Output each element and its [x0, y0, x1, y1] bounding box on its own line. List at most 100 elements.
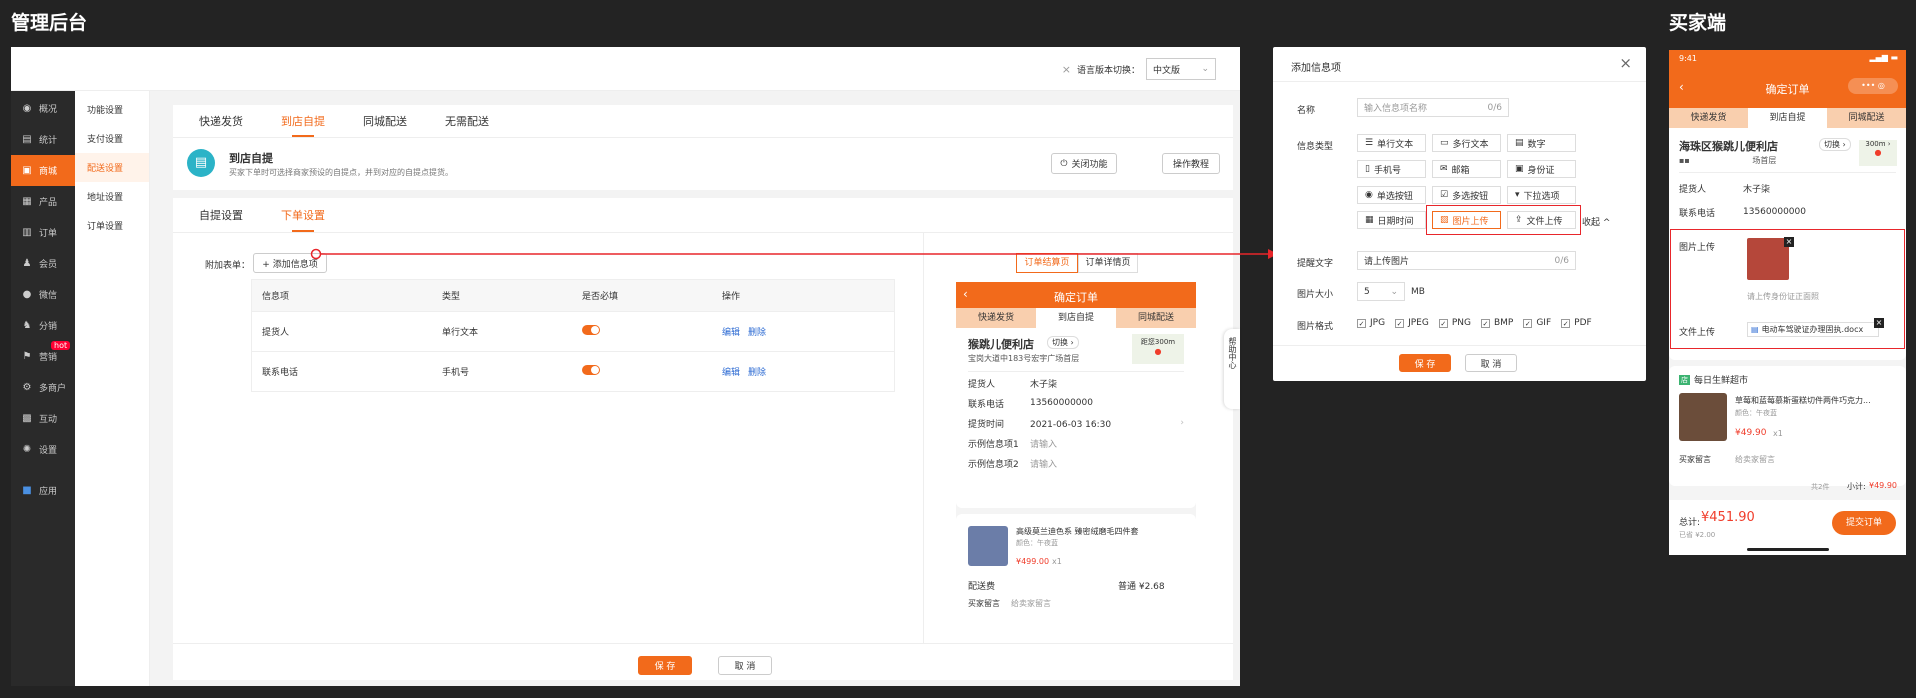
sidebar-item-store[interactable]: ▣ 商城	[11, 155, 75, 186]
sidebar-item-member[interactable]: ♟ 会员	[11, 248, 75, 279]
shipping-label: 配送费	[968, 582, 996, 592]
check-icon: ✓	[1561, 318, 1571, 328]
sidebar-item-order[interactable]: ▥ 订单	[11, 217, 75, 248]
format-option[interactable]: ✓ JPEG	[1395, 318, 1429, 328]
size-label: 图片大小	[1297, 290, 1334, 300]
file-upload-label: 文件上传	[1679, 328, 1716, 338]
sidebar-item-wechat[interactable]: ● 微信	[11, 279, 75, 310]
format-option[interactable]: ✓ PNG	[1438, 318, 1471, 328]
remove-file-icon[interactable]: ×	[1874, 318, 1884, 328]
close-icon[interactable]: ×	[1619, 54, 1632, 72]
tab-express[interactable]: 快递发货	[199, 105, 243, 137]
submenu-item-active[interactable]: 配送设置	[75, 153, 149, 182]
type-phone[interactable]: ▯ 手机号	[1357, 160, 1426, 178]
map-pin-icon: ●	[1874, 148, 1882, 157]
collapse-link[interactable]: 收起 ^	[1582, 215, 1610, 228]
tutorial-button[interactable]: 操作教程	[1162, 153, 1220, 174]
cancel-button[interactable]: 取 消	[718, 656, 772, 675]
shop-header: 店每日生鲜超市	[1679, 373, 1748, 386]
type-datetime[interactable]: ▦ 日期时间	[1357, 211, 1426, 229]
tab-order-settings[interactable]: 下单设置	[281, 198, 325, 232]
type-single-text[interactable]: ☰ 单行文本	[1357, 134, 1426, 152]
type-dropdown[interactable]: ▾ 下拉选项	[1507, 186, 1576, 204]
format-option[interactable]: ✓ PDF	[1561, 318, 1592, 328]
field-value: 木子柒	[1743, 184, 1771, 195]
buyer-tab[interactable]: 快递发货	[1669, 108, 1748, 128]
type-number[interactable]: ▤ 数字	[1507, 134, 1576, 152]
tab-local[interactable]: 同城配送	[363, 105, 407, 137]
field-value: 13560000000	[1743, 207, 1806, 217]
sidebar-item-distribution[interactable]: ♞ 分销	[11, 310, 75, 341]
language-select[interactable]: 中文版 ⌄	[1146, 58, 1216, 80]
format-option[interactable]: ✓ GIF	[1523, 318, 1551, 328]
tab-pickup[interactable]: 到店自提	[281, 105, 325, 137]
note-placeholder[interactable]: 给卖家留言	[1735, 454, 1775, 465]
submenu-item[interactable]: 订单设置	[75, 211, 149, 240]
checkbox-icon: ☑	[1440, 190, 1449, 200]
edit-link[interactable]: 编辑	[722, 368, 740, 378]
modal-save-button[interactable]: 保 存	[1399, 354, 1451, 372]
text-icon: ☰	[1365, 138, 1374, 148]
sidebar-item-stats[interactable]: ▤ 统计	[11, 124, 75, 155]
shop-icon: 店	[1679, 374, 1690, 385]
preview-tab: 快递发货	[956, 308, 1036, 328]
interact-icon: ▩	[22, 413, 32, 424]
type-idcard[interactable]: ▣ 身份证	[1507, 160, 1576, 178]
submenu-item[interactable]: 地址设置	[75, 182, 149, 211]
uploaded-file[interactable]: ▤ 电动车驾驶证办理固执.docx	[1747, 322, 1879, 337]
marketing-icon: ⚑	[22, 351, 32, 362]
format-option[interactable]: ✓ BMP	[1480, 318, 1513, 328]
save-button[interactable]: 保 存	[638, 656, 692, 675]
sidebar-item-interact[interactable]: ▩ 互动	[11, 403, 75, 434]
help-center-tab[interactable]: 帮助中心	[1224, 329, 1240, 409]
note-label: 买家留言	[1679, 455, 1711, 464]
sidebar-item-merchant[interactable]: ⚙ 多商户	[11, 372, 75, 403]
buyer-tab[interactable]: 同城配送	[1827, 108, 1906, 128]
name-input[interactable]: 输入信息项名称 0/6	[1357, 98, 1509, 117]
required-toggle[interactable]	[582, 364, 600, 375]
check-icon: ✓	[1480, 318, 1490, 328]
menu-capsule[interactable]: ••• ◎	[1848, 78, 1898, 94]
sidebar-item-marketing[interactable]: ⚑ 营销 hot	[11, 341, 75, 372]
modal-cancel-button[interactable]: 取 消	[1465, 354, 1517, 372]
uploaded-image[interactable]	[1747, 238, 1789, 280]
item-count: 共2件	[1811, 483, 1830, 491]
submenu-item[interactable]: 功能设置	[75, 95, 149, 124]
sidebar-item-settings[interactable]: ✺ 设置	[11, 434, 75, 465]
field-placeholder: 请输入	[1030, 439, 1058, 450]
hint-input[interactable]: 请上传图片 0/6	[1357, 251, 1576, 270]
type-email[interactable]: ✉ 邮箱	[1432, 160, 1501, 178]
format-options: ✓ JPG ✓ JPEG ✓ PNG ✓ BMP ✓ GIF ✓ PDF	[1357, 318, 1592, 328]
buyer-phone: 9:41 ▂▄▆ ▬ ‹ 确定订单 ••• ◎ 快递发货 到店自提 同城配送 海…	[1669, 50, 1906, 555]
delete-link[interactable]: 删除	[748, 328, 766, 338]
format-name: PDF	[1574, 318, 1592, 328]
close-icon[interactable]: ×	[1062, 63, 1071, 76]
sidebar-label: 营销	[39, 353, 58, 363]
save-label: 保 存	[1414, 359, 1436, 370]
type-multi-text[interactable]: ▭ 多行文本	[1432, 134, 1501, 152]
remove-image-icon[interactable]: ×	[1784, 237, 1794, 247]
sidebar-item-product[interactable]: ▦ 产品	[11, 186, 75, 217]
delete-link[interactable]: 删除	[748, 368, 766, 378]
edit-link[interactable]: 编辑	[722, 328, 740, 338]
close-feature-button[interactable]: ⏻ 关闭功能	[1051, 153, 1117, 174]
field-row: 联系电话 13560000000	[1679, 200, 1806, 224]
tab-pickup-settings[interactable]: 自提设置	[199, 198, 243, 232]
type-label: 信息类型	[1297, 142, 1334, 152]
format-option[interactable]: ✓ JPG	[1357, 318, 1385, 328]
type-checkbox[interactable]: ☑ 多选按钮	[1432, 186, 1501, 204]
sidebar-item-overview[interactable]: ◉ 概况	[11, 93, 75, 124]
type-radio[interactable]: ◉ 单选按钮	[1357, 186, 1426, 204]
textarea-icon: ▭	[1440, 138, 1449, 148]
tab-none[interactable]: 无需配送	[445, 105, 489, 137]
size-select[interactable]: 5 ⌄	[1357, 282, 1405, 301]
submenu-item[interactable]: 支付设置	[75, 124, 149, 153]
submit-order-button[interactable]: 提交订单	[1832, 511, 1896, 535]
buyer-switch[interactable]: 切换 ›	[1819, 138, 1851, 151]
sidebar-label: 订单	[39, 229, 58, 239]
required-toggle[interactable]	[582, 324, 600, 335]
sidebar-label: 会员	[39, 260, 58, 270]
sidebar-item-apps[interactable]: ■ 应用	[11, 475, 75, 506]
checkout-preview: ‹ 确定订单 快递发货 到店自提 同城配送 猴跳儿便利店 切换 › 宝岗大道中1…	[956, 282, 1196, 644]
buyer-tab-active[interactable]: 到店自提	[1748, 108, 1827, 128]
